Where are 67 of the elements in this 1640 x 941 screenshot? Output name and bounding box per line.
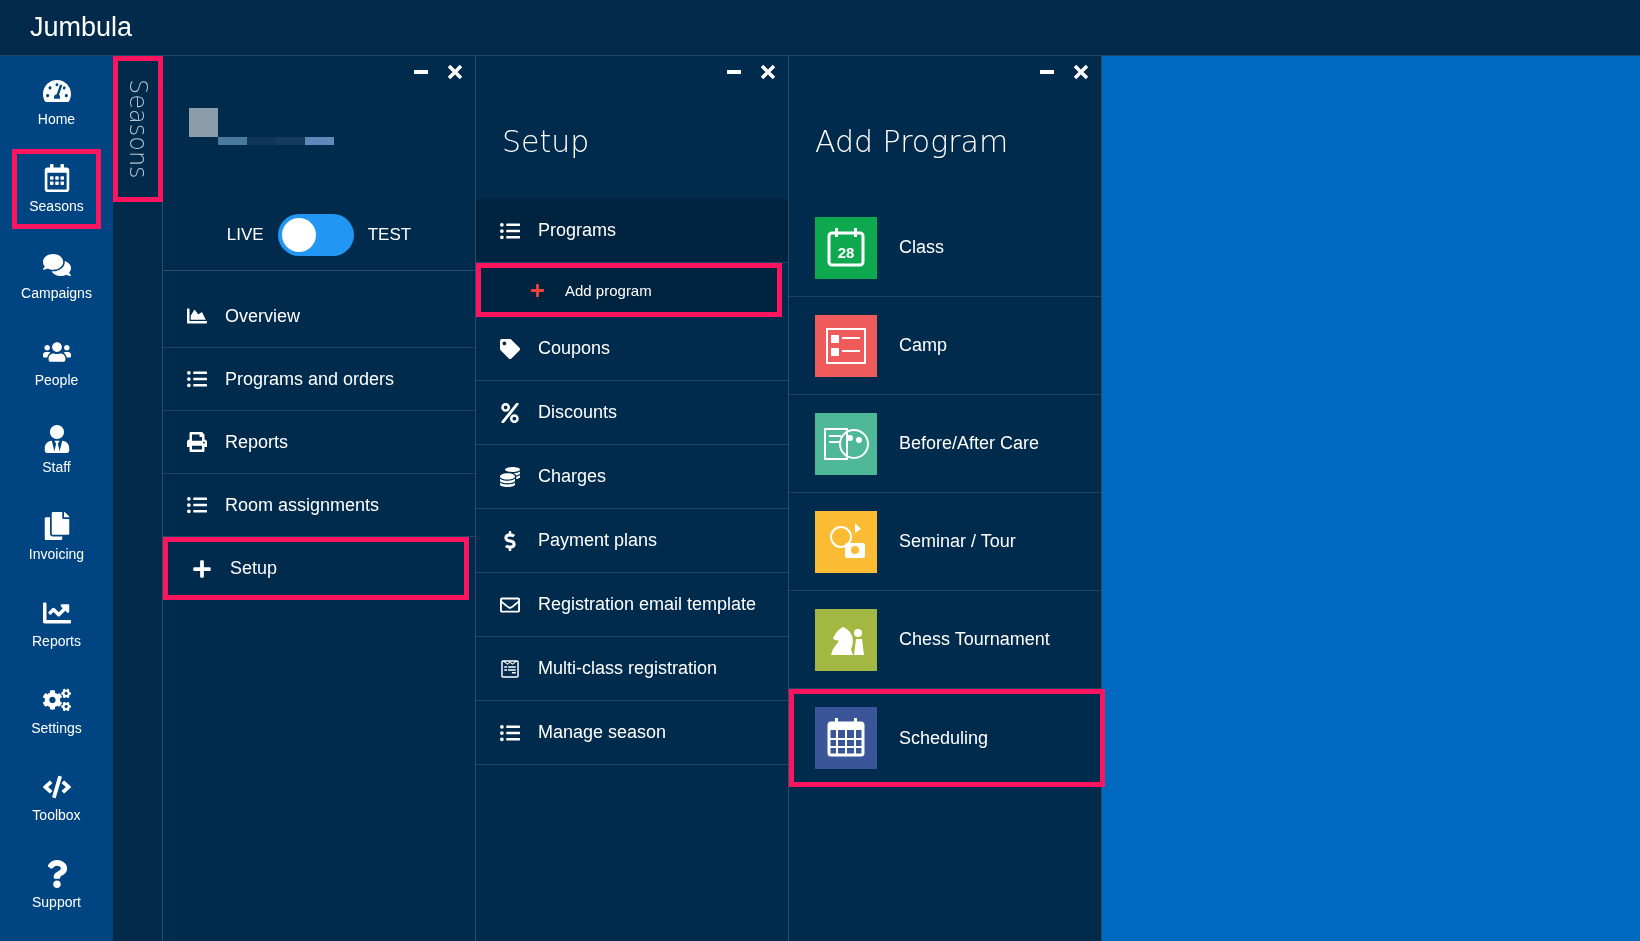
program-type-item[interactable]: Seminar / Tour xyxy=(789,493,1101,591)
close-icon xyxy=(1073,64,1089,80)
menu-item[interactable]: Setup xyxy=(163,537,469,600)
mode-toggle[interactable] xyxy=(277,214,354,256)
menu-item[interactable]: Overview xyxy=(163,285,475,348)
nav-item[interactable]: Campaigns xyxy=(12,236,101,316)
plus-icon xyxy=(190,558,214,579)
nav-item[interactable]: Seasons xyxy=(12,149,101,229)
close-icon xyxy=(760,64,776,80)
nav-item[interactable]: Invoicing xyxy=(12,497,101,577)
app-logo: Jumbula xyxy=(30,12,133,43)
submenu-item[interactable]: Add program xyxy=(476,263,782,317)
menu-item[interactable]: Programs and orders xyxy=(163,348,475,411)
coins-icon xyxy=(498,466,522,487)
close-button[interactable] xyxy=(1073,64,1089,80)
list-icon xyxy=(185,369,209,389)
program-type-item[interactable]: 28 Class xyxy=(789,199,1101,297)
nav-item[interactable]: People xyxy=(12,323,101,403)
class-tile-icon: 28 xyxy=(815,216,877,279)
tag-icon xyxy=(498,338,522,359)
close-icon xyxy=(447,64,463,80)
area-chart-icon xyxy=(185,306,209,326)
list-icon xyxy=(498,220,522,241)
nav-item[interactable]: Settings xyxy=(12,671,101,751)
nav-item[interactable]: Reports xyxy=(12,584,101,664)
code-icon xyxy=(42,773,71,801)
schedule-tile-icon xyxy=(815,707,877,769)
form-icon xyxy=(498,658,522,679)
nav-item[interactable]: Staff xyxy=(12,410,101,490)
close-button[interactable] xyxy=(760,64,776,80)
list-icon xyxy=(185,495,209,515)
tour-tile-icon xyxy=(815,510,877,573)
chess-tile-icon xyxy=(815,608,877,671)
menu-item[interactable]: Reports xyxy=(163,411,475,474)
program-type-item[interactable]: Camp xyxy=(789,297,1101,395)
calendar-icon xyxy=(42,164,71,192)
nav-item[interactable]: Support xyxy=(12,845,101,925)
menu-item[interactable]: Discounts xyxy=(476,381,788,445)
program-type-item[interactable]: Chess Tournament xyxy=(789,591,1101,689)
percent-icon xyxy=(498,402,522,423)
chat-bubbles-icon xyxy=(42,251,71,279)
menu-item[interactable]: Room assignments xyxy=(163,474,475,537)
seasons-tab[interactable]: Seasons xyxy=(112,56,163,202)
menu-item[interactable]: Programs xyxy=(476,199,788,263)
menu-item[interactable]: Charges xyxy=(476,445,788,509)
printer-icon xyxy=(185,432,209,452)
nav-item[interactable]: Home xyxy=(12,62,101,142)
panel-title: Setup xyxy=(501,123,591,161)
settings-icon xyxy=(42,686,71,714)
menu-item[interactable]: Payment plans xyxy=(476,509,788,573)
person-card-icon xyxy=(42,425,71,453)
nav-item[interactable]: Toolbox xyxy=(12,758,101,838)
gauge-icon xyxy=(42,77,71,105)
close-button[interactable] xyxy=(447,64,463,80)
test-label: TEST xyxy=(367,225,412,245)
menu-item[interactable]: Multi-class registration xyxy=(476,637,788,701)
list-icon xyxy=(498,722,522,743)
program-type-item[interactable]: Scheduling xyxy=(789,689,1105,787)
menu-item[interactable]: Registration email template xyxy=(476,573,788,637)
program-type-item[interactable]: Before/After Care xyxy=(789,395,1101,493)
menu-item[interactable]: Coupons xyxy=(476,317,788,381)
live-label: LIVE xyxy=(226,225,264,245)
documents-icon xyxy=(42,512,71,540)
panel-title: Add Program xyxy=(814,123,1010,161)
menu-item[interactable]: Manage season xyxy=(476,701,788,765)
camp-tile-icon xyxy=(815,314,877,377)
care-tile-icon xyxy=(815,412,877,475)
